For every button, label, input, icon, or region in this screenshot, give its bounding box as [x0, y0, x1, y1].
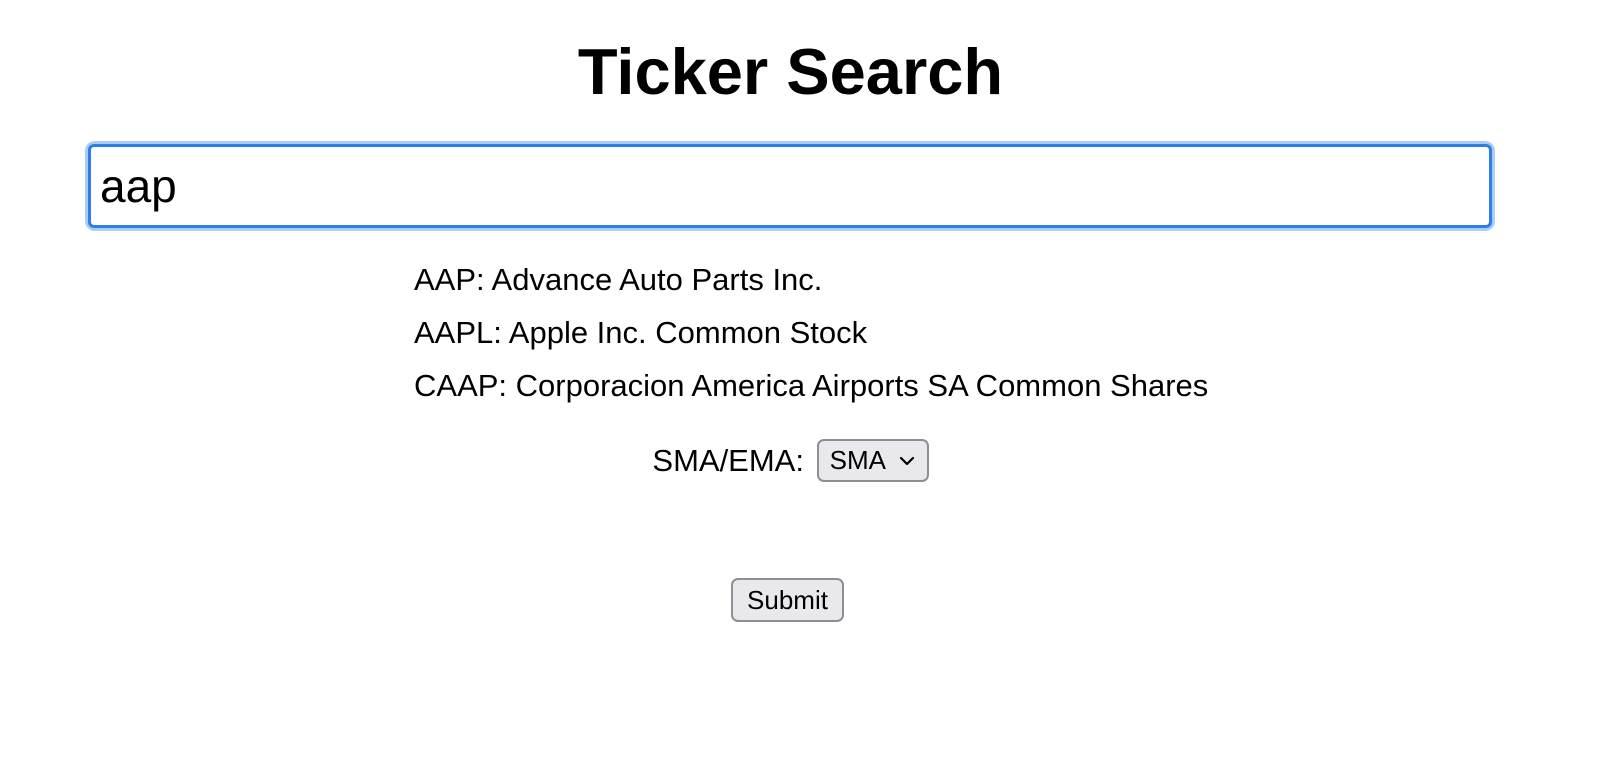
- moving-average-select[interactable]: SMA: [816, 439, 929, 483]
- suggestion-list: AAP: Advance Auto Parts Inc. AAPL: Apple…: [414, 253, 1208, 412]
- suggestion-item-caap[interactable]: CAAP: Corporacion America Airports SA Co…: [414, 359, 1208, 412]
- search-field-wrapper: [88, 144, 1492, 228]
- suggestion-item-aapl[interactable]: AAPL: Apple Inc. Common Stock: [414, 306, 1208, 359]
- submit-button[interactable]: Submit: [731, 578, 844, 622]
- moving-average-row: SMA/EMA: SMA: [0, 436, 1581, 484]
- ticker-search-input[interactable]: [88, 144, 1492, 228]
- page-title: Ticker Search: [577, 35, 1004, 108]
- moving-average-selected-value: SMA: [829, 445, 886, 476]
- moving-average-label: SMA/EMA:: [652, 442, 804, 478]
- ticker-search-page: Ticker Search AAP: Advance Auto Parts In…: [0, 0, 1602, 769]
- suggestion-item-aap[interactable]: AAP: Advance Auto Parts Inc.: [414, 253, 1208, 306]
- chevron-down-icon: [897, 441, 917, 480]
